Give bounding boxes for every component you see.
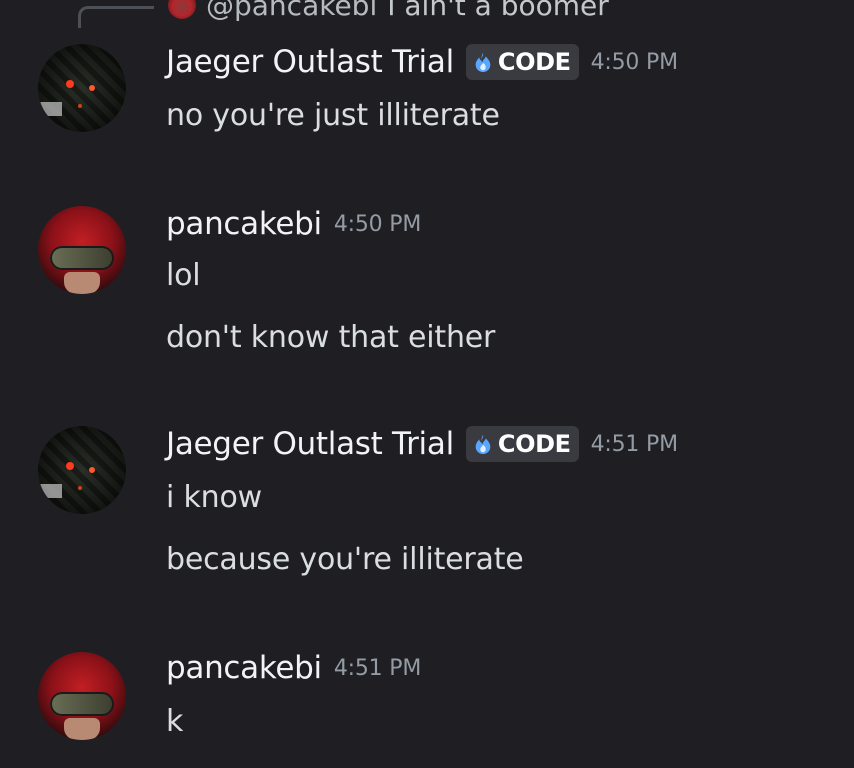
message-text: because you're illiterate [166, 542, 524, 577]
message-text: k [166, 704, 184, 739]
username[interactable]: Jaeger Outlast Trial [166, 44, 454, 80]
timestamp[interactable]: 4:51 PM [591, 432, 678, 457]
server-tag-label: CODE [497, 430, 571, 458]
reply-username[interactable]: @pancakebi [206, 0, 377, 22]
reply-spine-icon [78, 6, 154, 28]
timestamp[interactable]: 4:50 PM [591, 50, 678, 75]
avatar[interactable] [38, 206, 126, 294]
message-header: pancakebi 4:50 PM [166, 206, 421, 242]
server-tag[interactable]: CODE [465, 44, 579, 80]
chat-message-list: @pancakebi I ain't a boomer Jaeger Outla… [0, 0, 854, 768]
username[interactable]: Jaeger Outlast Trial [166, 426, 454, 462]
server-tag[interactable]: CODE [465, 426, 579, 462]
blue-flame-icon [475, 52, 491, 73]
message-text: don't know that either [166, 320, 496, 355]
avatar[interactable] [38, 44, 126, 132]
username[interactable]: pancakebi [166, 206, 322, 242]
message-header: pancakebi 4:51 PM [166, 650, 421, 686]
reply-text[interactable]: I ain't a boomer [387, 0, 609, 22]
message-text: no you're just illiterate [166, 98, 500, 133]
timestamp[interactable]: 4:51 PM [334, 656, 421, 681]
message-text: lol [166, 258, 201, 293]
username[interactable]: pancakebi [166, 650, 322, 686]
server-tag-label: CODE [497, 48, 571, 76]
message-header: Jaeger Outlast Trial CODE 4:50 PM [166, 44, 678, 80]
message-text: i know [166, 480, 262, 515]
reply-avatar[interactable] [168, 0, 196, 19]
avatar[interactable] [38, 426, 126, 514]
blue-flame-icon [475, 434, 491, 455]
message-header: Jaeger Outlast Trial CODE 4:51 PM [166, 426, 678, 462]
timestamp[interactable]: 4:50 PM [334, 212, 421, 237]
avatar[interactable] [38, 652, 126, 740]
reply-preview[interactable]: @pancakebi I ain't a boomer [168, 0, 609, 22]
